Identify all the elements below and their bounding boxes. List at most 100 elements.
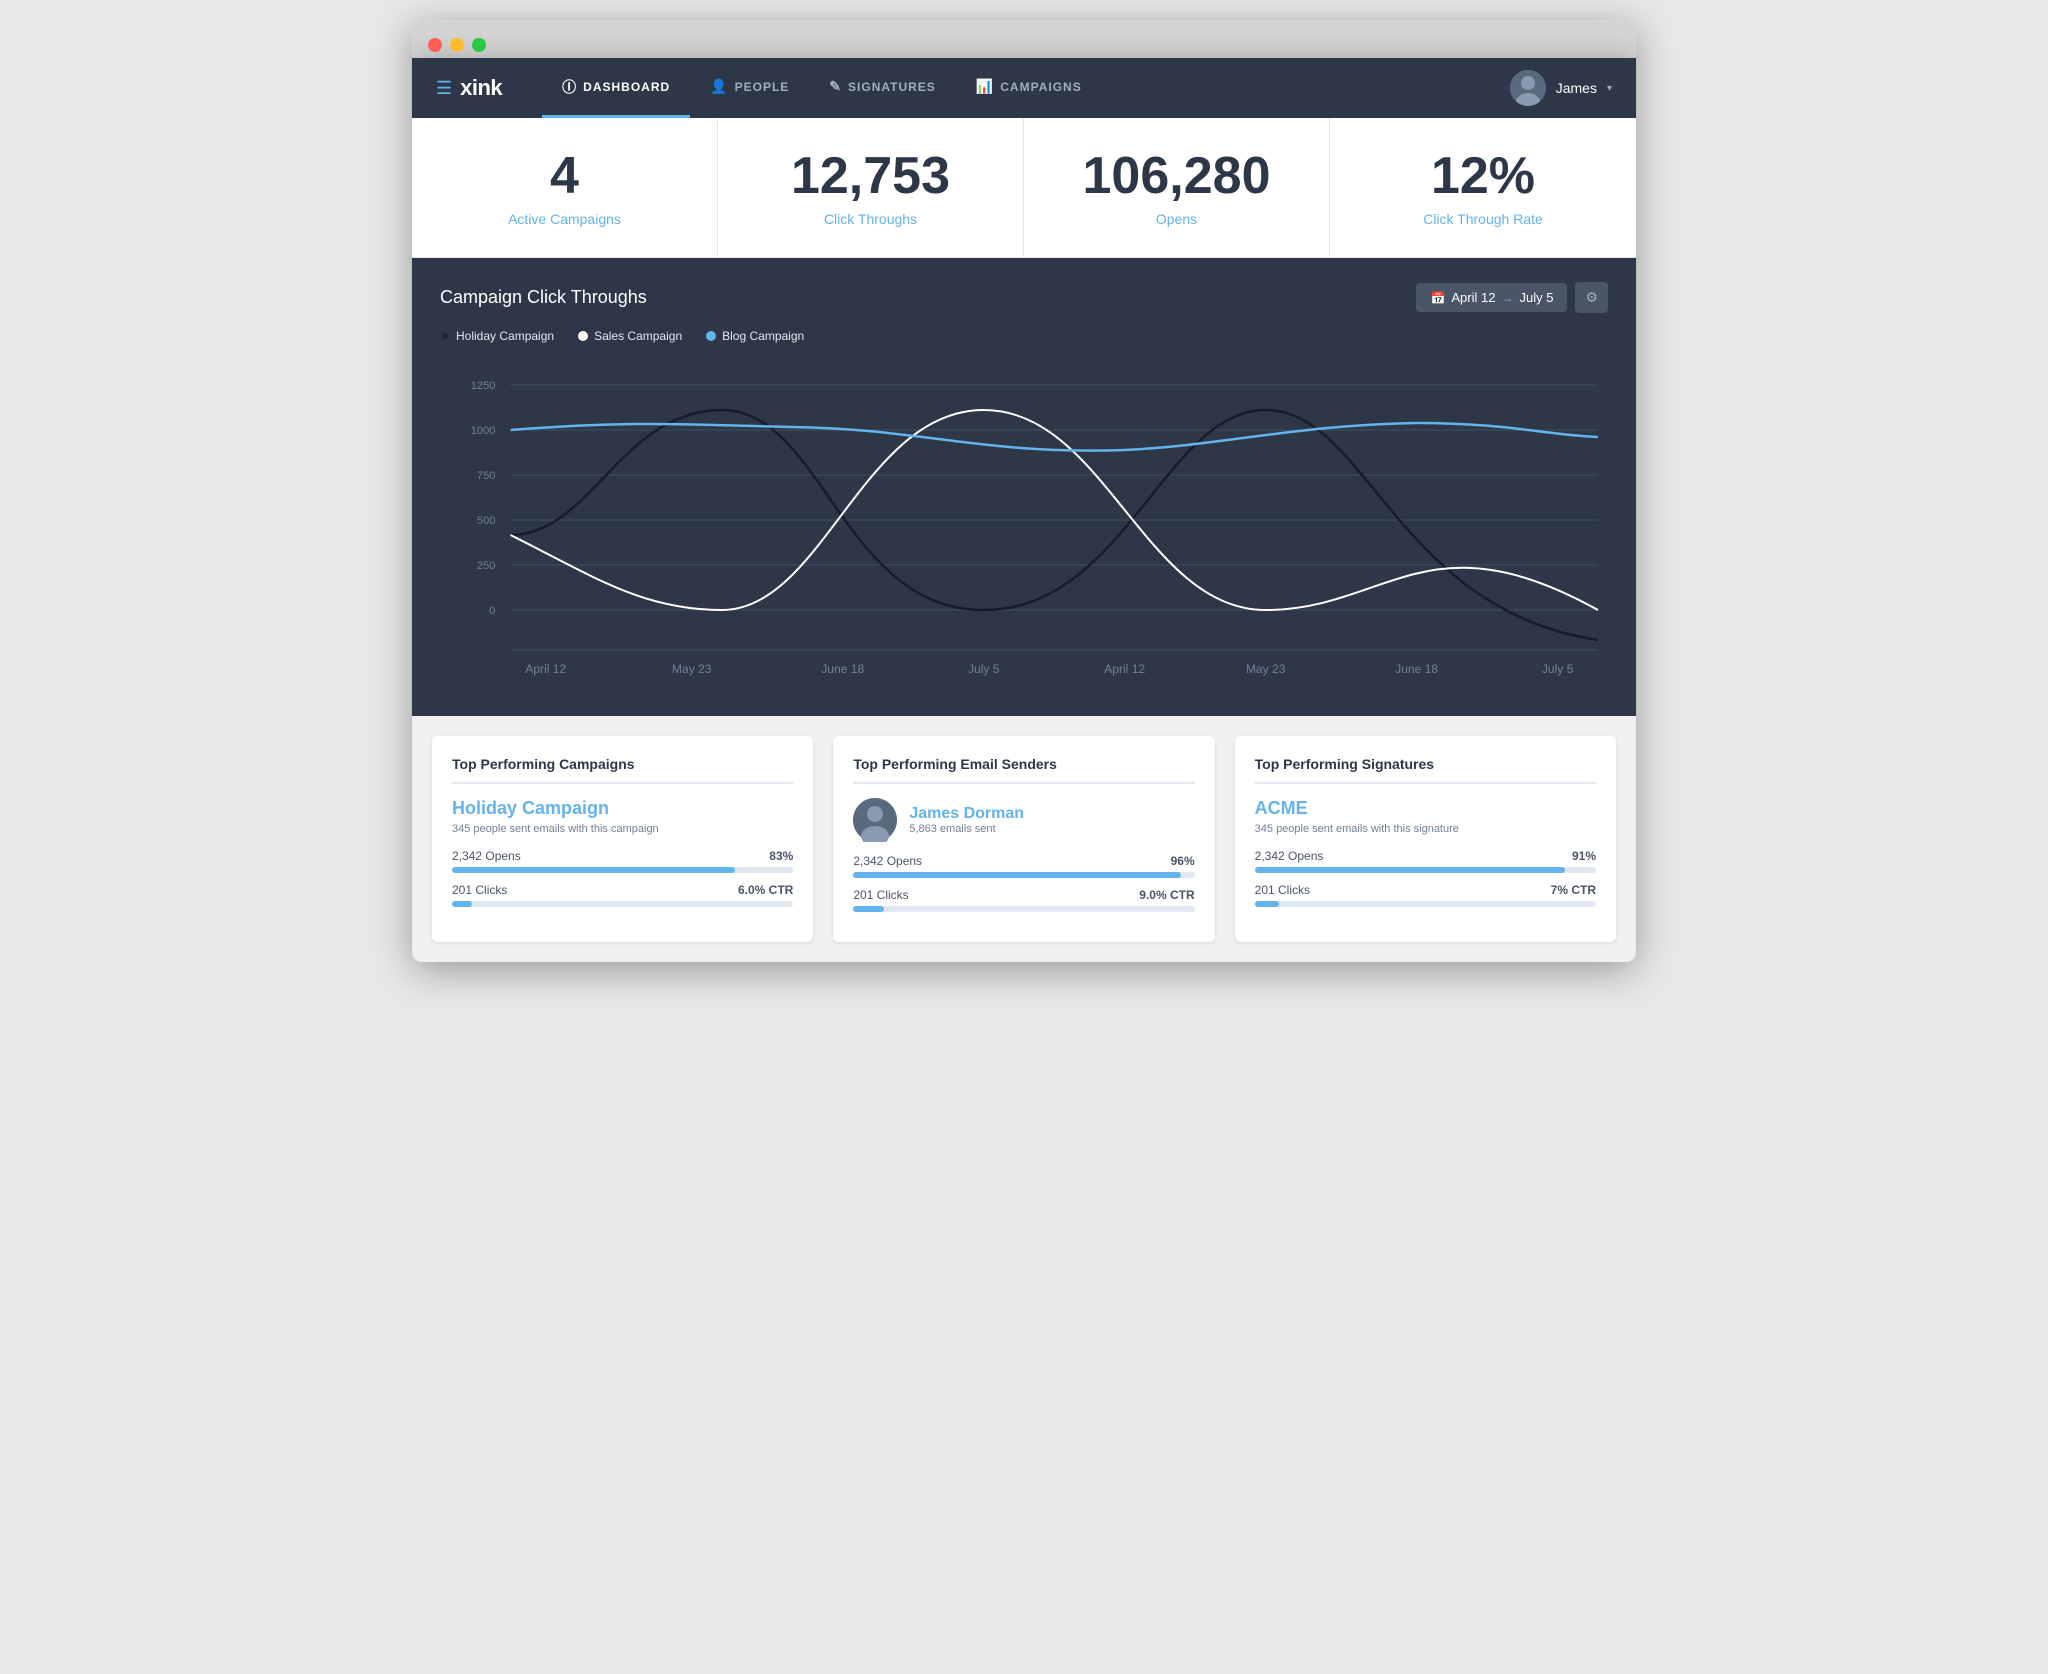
close-btn[interactable] <box>428 38 442 52</box>
campaign-stat-row-2: 201 Clicks 6.0% CTR <box>452 883 793 897</box>
sender-clicks-bar <box>853 906 1194 912</box>
blog-campaign-line <box>510 423 1597 451</box>
signature-stat-row-2: 201 Clicks 7% CTR <box>1255 883 1596 897</box>
stat-value-clicks: 12,753 <box>738 148 1003 205</box>
campaign-clicks-fill <box>452 901 472 907</box>
sender-name[interactable]: James Dorman <box>909 805 1024 823</box>
signature-opens-pct: 91% <box>1572 849 1596 863</box>
signature-clicks-pct: 7% CTR <box>1551 883 1596 897</box>
nav-links: ⓘ DASHBOARD 👤 PEOPLE ✎ SIGNATURES 📊 CAMP… <box>542 58 1510 118</box>
signature-opens-label: 2,342 Opens <box>1255 849 1324 863</box>
sender-opens-bar <box>853 872 1194 878</box>
svg-text:May 23: May 23 <box>1246 662 1286 676</box>
svg-text:June 18: June 18 <box>821 662 864 676</box>
sender-sub: 5,863 emails sent <box>909 823 1024 835</box>
date-range-end: July 5 <box>1519 290 1553 305</box>
svg-text:April 12: April 12 <box>525 662 566 676</box>
svg-text:500: 500 <box>477 515 495 527</box>
panel-divider-senders <box>853 782 1194 784</box>
avatar <box>1510 70 1546 106</box>
stat-label-opens: Opens <box>1044 211 1309 227</box>
panel-signatures-title: Top Performing Signatures <box>1255 756 1596 772</box>
main-nav: ☰ xink ⓘ DASHBOARD 👤 PEOPLE ✎ SIGNATURES… <box>412 58 1636 118</box>
campaign-item-name[interactable]: Holiday Campaign <box>452 798 793 819</box>
panel-divider-campaigns <box>452 782 793 784</box>
username: James <box>1556 80 1597 96</box>
campaign-item-sub: 345 people sent emails with this campaig… <box>452 823 793 835</box>
bottom-panels: Top Performing Campaigns Holiday Campaig… <box>412 716 1636 962</box>
signature-opens-bar <box>1255 867 1596 873</box>
svg-text:April 12: April 12 <box>1104 662 1145 676</box>
signature-item-sub: 345 people sent emails with this signatu… <box>1255 823 1596 835</box>
sender-info: James Dorman 5,863 emails sent <box>909 805 1024 835</box>
chart-settings-button[interactable]: ⚙ <box>1575 282 1608 313</box>
svg-text:1000: 1000 <box>471 425 496 437</box>
signatures-icon: ✎ <box>829 78 842 95</box>
signature-opens-fill <box>1255 867 1566 873</box>
menu-icon[interactable]: ☰ <box>436 78 452 99</box>
campaign-opens-pct: 83% <box>769 849 793 863</box>
app-logo: xink <box>460 75 502 101</box>
panel-campaigns: Top Performing Campaigns Holiday Campaig… <box>432 736 813 942</box>
svg-text:0: 0 <box>489 605 495 617</box>
calendar-icon: 📅 <box>1430 291 1445 305</box>
sender-opens-label: 2,342 Opens <box>853 854 922 868</box>
minimize-btn[interactable] <box>450 38 464 52</box>
legend-dot-sales <box>578 331 588 341</box>
stat-label-clicks: Click Throughs <box>738 211 1003 227</box>
sender-clicks-pct: 9.0% CTR <box>1139 888 1194 902</box>
date-range-start: April 12 <box>1451 290 1495 305</box>
sender-person: James Dorman 5,863 emails sent <box>853 798 1194 842</box>
legend-label-blog: Blog Campaign <box>722 329 804 343</box>
campaign-clicks-pct: 6.0% CTR <box>738 883 793 897</box>
sender-opens-pct: 96% <box>1171 854 1195 868</box>
stat-active-campaigns: 4 Active Campaigns <box>412 118 718 257</box>
stat-value-ctr: 12% <box>1350 148 1616 205</box>
avatar-image <box>1510 70 1546 106</box>
svg-text:June 18: June 18 <box>1395 662 1438 676</box>
legend-label-sales: Sales Campaign <box>594 329 682 343</box>
campaign-clicks-label: 201 Clicks <box>452 883 507 897</box>
people-icon: 👤 <box>710 78 728 95</box>
signature-item-name[interactable]: ACME <box>1255 798 1596 819</box>
date-range-button[interactable]: 📅 April 12 → July 5 <box>1416 283 1567 312</box>
stats-row: 4 Active Campaigns 12,753 Click Throughs… <box>412 118 1636 258</box>
date-arrow: → <box>1501 291 1513 305</box>
svg-text:1250: 1250 <box>471 380 496 392</box>
chart-container: 1250 1000 750 500 250 0 April 12 May 23 … <box>440 355 1608 700</box>
nav-dashboard[interactable]: ⓘ DASHBOARD <box>542 58 690 118</box>
signature-clicks-label: 201 Clicks <box>1255 883 1310 897</box>
svg-text:250: 250 <box>477 560 495 572</box>
nav-signatures[interactable]: ✎ SIGNATURES <box>809 58 956 118</box>
panel-divider-signatures <box>1255 782 1596 784</box>
legend-dot-holiday <box>440 331 450 341</box>
campaigns-icon: 📊 <box>976 78 994 95</box>
legend-sales: Sales Campaign <box>578 329 682 343</box>
chart-title: Campaign Click Throughs <box>440 287 647 308</box>
maximize-btn[interactable] <box>472 38 486 52</box>
sender-clicks-label: 201 Clicks <box>853 888 908 902</box>
svg-text:May 23: May 23 <box>672 662 712 676</box>
svg-text:July 5: July 5 <box>968 662 1000 676</box>
campaign-opens-bar <box>452 867 793 873</box>
panel-senders: Top Performing Email Senders James Dorma… <box>833 736 1214 942</box>
signature-stat-row-1: 2,342 Opens 91% <box>1255 849 1596 863</box>
svg-text:750: 750 <box>477 470 495 482</box>
sender-opens-fill <box>853 872 1181 878</box>
chart-header: Campaign Click Throughs 📅 April 12 → Jul… <box>440 282 1608 313</box>
nav-people[interactable]: 👤 PEOPLE <box>690 58 809 118</box>
legend-blog: Blog Campaign <box>706 329 804 343</box>
sender-stat-row-2: 201 Clicks 9.0% CTR <box>853 888 1194 902</box>
sales-campaign-line <box>510 410 1597 610</box>
stat-opens: 106,280 Opens <box>1024 118 1330 257</box>
nav-campaigns[interactable]: 📊 CAMPAIGNS <box>956 58 1102 118</box>
user-menu[interactable]: James ▾ <box>1510 70 1612 106</box>
window-chrome <box>412 20 1636 58</box>
signature-clicks-fill <box>1255 901 1279 907</box>
dashboard-icon: ⓘ <box>562 77 577 97</box>
chart-legend: Holiday Campaign Sales Campaign Blog Cam… <box>440 329 1608 343</box>
sender-avatar-image <box>853 798 897 842</box>
stat-label-campaigns: Active Campaigns <box>432 211 697 227</box>
chart-svg: 1250 1000 750 500 250 0 April 12 May 23 … <box>440 355 1608 695</box>
stat-ctr: 12% Click Through Rate <box>1330 118 1636 257</box>
